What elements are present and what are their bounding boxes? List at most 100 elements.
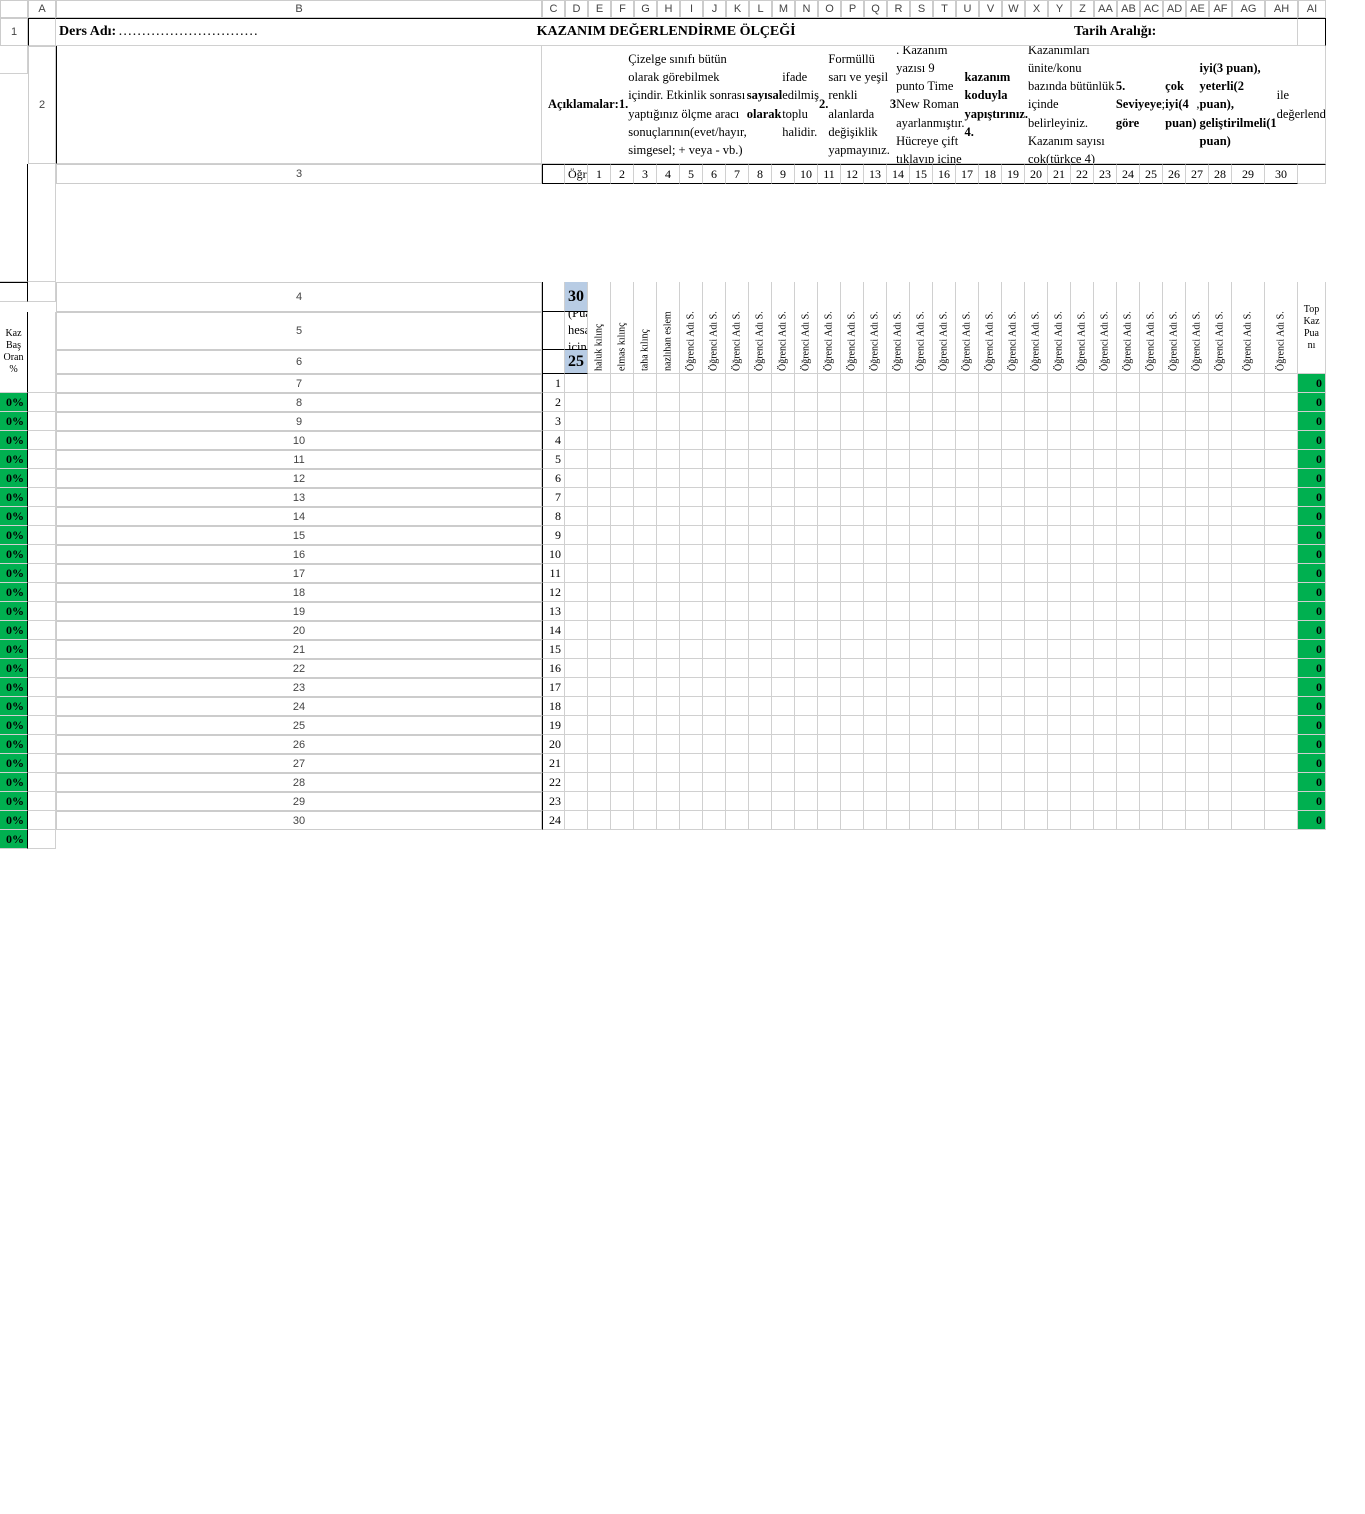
cell[interactable]	[542, 312, 565, 350]
score-cell[interactable]	[749, 640, 772, 659]
score-cell[interactable]	[1002, 393, 1025, 412]
column-header[interactable]: AC	[1140, 0, 1163, 18]
score-cell[interactable]	[841, 621, 864, 640]
kazanim-index[interactable]: 17	[542, 678, 565, 697]
score-cell[interactable]	[1163, 469, 1186, 488]
score-cell[interactable]	[1186, 393, 1209, 412]
kazanim-text[interactable]	[565, 412, 588, 431]
score-cell[interactable]	[864, 697, 887, 716]
student-number[interactable]: 7	[726, 164, 749, 184]
score-cell[interactable]	[795, 792, 818, 811]
score-cell[interactable]	[887, 393, 910, 412]
score-cell[interactable]	[726, 792, 749, 811]
student-name[interactable]: Öğrenci Adı S.	[1071, 282, 1094, 374]
score-cell[interactable]	[726, 488, 749, 507]
column-header[interactable]: E	[588, 0, 611, 18]
score-cell[interactable]	[1186, 792, 1209, 811]
score-cell[interactable]	[1209, 811, 1232, 830]
score-cell[interactable]	[864, 602, 887, 621]
score-cell[interactable]	[910, 735, 933, 754]
student-number[interactable]: 22	[1071, 164, 1094, 184]
score-cell[interactable]	[703, 716, 726, 735]
score-cell[interactable]	[864, 564, 887, 583]
student-name[interactable]: elmas kılınç	[611, 282, 634, 374]
score-cell[interactable]	[703, 697, 726, 716]
score-cell[interactable]	[979, 792, 1002, 811]
score-cell[interactable]	[841, 811, 864, 830]
score-cell[interactable]	[588, 374, 611, 393]
score-cell[interactable]	[864, 393, 887, 412]
score-cell[interactable]	[979, 450, 1002, 469]
cell[interactable]	[28, 282, 56, 302]
score-cell[interactable]	[611, 716, 634, 735]
score-cell[interactable]	[634, 469, 657, 488]
score-cell[interactable]	[1025, 678, 1048, 697]
score-cell[interactable]	[1002, 697, 1025, 716]
score-cell[interactable]	[703, 659, 726, 678]
score-cell[interactable]	[841, 773, 864, 792]
score-cell[interactable]	[726, 811, 749, 830]
cell[interactable]	[56, 46, 542, 164]
score-cell[interactable]	[1265, 374, 1298, 393]
score-cell[interactable]	[1209, 469, 1232, 488]
cell[interactable]	[28, 312, 56, 393]
score-cell[interactable]	[749, 659, 772, 678]
score-cell[interactable]	[1048, 431, 1071, 450]
student-name[interactable]: Öğrenci Adı S.	[1209, 282, 1232, 374]
score-cell[interactable]	[1209, 621, 1232, 640]
score-cell[interactable]	[1232, 735, 1265, 754]
score-cell[interactable]	[680, 716, 703, 735]
score-cell[interactable]	[1186, 469, 1209, 488]
score-cell[interactable]	[1071, 469, 1094, 488]
score-cell[interactable]	[1232, 583, 1265, 602]
score-cell[interactable]	[864, 431, 887, 450]
row-header[interactable]: 16	[56, 545, 542, 564]
score-cell[interactable]	[680, 583, 703, 602]
score-cell[interactable]	[887, 374, 910, 393]
score-cell[interactable]	[588, 811, 611, 830]
row-header[interactable]: 5	[56, 312, 542, 350]
score-cell[interactable]	[1002, 716, 1025, 735]
score-cell[interactable]	[772, 564, 795, 583]
score-cell[interactable]	[933, 773, 956, 792]
score-cell[interactable]	[749, 507, 772, 526]
score-cell[interactable]	[1117, 431, 1140, 450]
score-cell[interactable]	[680, 393, 703, 412]
score-cell[interactable]	[749, 621, 772, 640]
score-cell[interactable]	[887, 583, 910, 602]
score-cell[interactable]	[864, 659, 887, 678]
score-cell[interactable]	[956, 488, 979, 507]
score-cell[interactable]	[795, 564, 818, 583]
student-name[interactable]: Öğrenci Adı S.	[864, 282, 887, 374]
student-name[interactable]: Öğrenci Adı S.	[1265, 282, 1298, 374]
score-cell[interactable]	[726, 450, 749, 469]
score-cell[interactable]	[657, 526, 680, 545]
cell[interactable]	[28, 697, 56, 716]
cell[interactable]	[28, 412, 56, 431]
spreadsheet-grid[interactable]: ABCDEFGHIJKLMNOPQRSTUVWXYZAAABACADAEAFAG…	[0, 0, 1365, 849]
score-cell[interactable]	[795, 735, 818, 754]
score-cell[interactable]	[1048, 621, 1071, 640]
score-cell[interactable]	[841, 716, 864, 735]
score-cell[interactable]	[864, 488, 887, 507]
score-cell[interactable]	[772, 602, 795, 621]
score-cell[interactable]	[933, 792, 956, 811]
score-cell[interactable]	[933, 412, 956, 431]
kazanim-text[interactable]	[565, 431, 588, 450]
score-cell[interactable]	[1117, 507, 1140, 526]
score-cell[interactable]	[1186, 697, 1209, 716]
score-cell[interactable]	[1094, 545, 1117, 564]
student-number[interactable]: 6	[703, 164, 726, 184]
score-cell[interactable]	[795, 716, 818, 735]
score-cell[interactable]	[1265, 621, 1298, 640]
score-cell[interactable]	[1209, 545, 1232, 564]
score-cell[interactable]	[1002, 526, 1025, 545]
cell[interactable]	[1298, 18, 1326, 46]
score-cell[interactable]	[841, 374, 864, 393]
score-cell[interactable]	[1048, 488, 1071, 507]
score-cell[interactable]	[726, 469, 749, 488]
score-cell[interactable]	[1232, 640, 1265, 659]
cell[interactable]	[28, 678, 56, 697]
score-cell[interactable]	[1071, 393, 1094, 412]
score-cell[interactable]	[1025, 431, 1048, 450]
